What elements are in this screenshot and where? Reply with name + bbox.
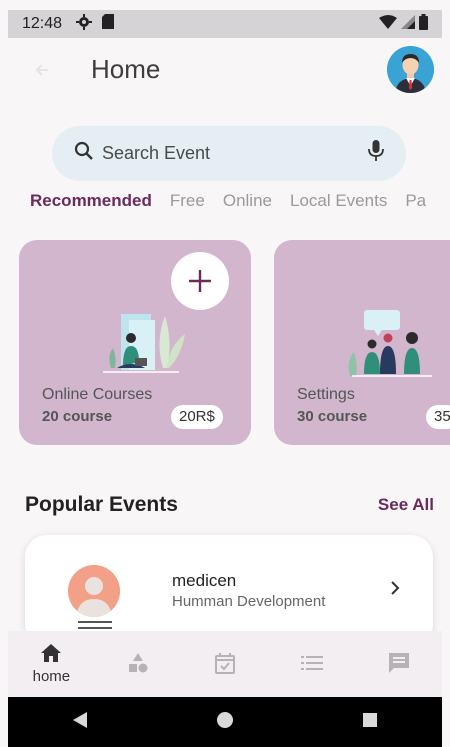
nav-list[interactable] (282, 634, 342, 694)
settings-gear-icon (76, 13, 93, 35)
course-card-online-courses[interactable]: Online Courses 20 course 20R$ (19, 240, 251, 445)
category-tabs: Recommended Free Online Local Events Pa (30, 191, 450, 215)
back-arrow-icon[interactable] (32, 60, 52, 80)
divider-line (78, 621, 112, 623)
calendar-check-icon (214, 652, 236, 677)
tab-free[interactable]: Free (170, 191, 205, 215)
app-bar: Home (8, 38, 442, 108)
search-icon (74, 141, 94, 166)
event-subtitle: Humman Development (172, 593, 326, 610)
tab-recommended[interactable]: Recommended (30, 191, 152, 215)
chevron-right-icon[interactable] (389, 579, 401, 602)
message-icon (388, 652, 410, 677)
tab-online[interactable]: Online (223, 191, 272, 215)
sd-card-icon (102, 14, 115, 34)
status-bar: 12:48 (8, 10, 442, 38)
page-title: Home (91, 54, 161, 84)
signal-icon (401, 14, 415, 34)
phone-screen: 12:48 Home Search Event Recommended Free… (0, 0, 450, 747)
group-meeting-illustration (348, 310, 432, 377)
see-all-link[interactable]: See All (378, 495, 434, 515)
divider-line (78, 627, 112, 629)
home-circle-icon[interactable] (216, 711, 234, 734)
system-navigation-bar (8, 697, 442, 747)
shapes-category-icon (127, 652, 149, 677)
list-icon (300, 655, 323, 674)
online-learning-illustration (103, 314, 185, 373)
battery-icon (419, 13, 428, 35)
nav-messages[interactable] (369, 634, 429, 694)
recents-square-icon[interactable] (362, 712, 378, 733)
course-card-settings[interactable]: Settings 30 course 35 (274, 240, 450, 445)
microphone-icon[interactable] (368, 140, 384, 167)
event-title: medicen (172, 571, 237, 590)
nav-home-label: home (32, 668, 71, 685)
nav-home[interactable]: home (21, 634, 81, 694)
section-title-popular-events: Popular Events (25, 493, 178, 516)
back-triangle-icon[interactable] (72, 711, 88, 734)
user-avatar[interactable] (387, 46, 434, 93)
event-avatar (68, 565, 120, 617)
tab-local-events[interactable]: Local Events (290, 191, 387, 215)
card-title: Settings (297, 386, 355, 403)
card-title: Online Courses (42, 386, 153, 403)
card-price-badge: 20R$ (171, 405, 223, 429)
search-placeholder[interactable]: Search Event (102, 143, 210, 164)
card-price-badge: 35 (426, 405, 450, 429)
search-bar[interactable]: Search Event (52, 126, 406, 181)
home-icon (40, 643, 62, 666)
card-course-count: 30 course (297, 408, 368, 425)
card-course-count: 20 course (42, 408, 113, 425)
status-time: 12:48 (22, 15, 63, 32)
nav-categories[interactable] (108, 634, 168, 694)
bottom-navigation: home (8, 631, 442, 697)
tab-partial[interactable]: Pa (405, 191, 426, 215)
wifi-icon (379, 14, 397, 34)
nav-calendar[interactable] (195, 634, 255, 694)
